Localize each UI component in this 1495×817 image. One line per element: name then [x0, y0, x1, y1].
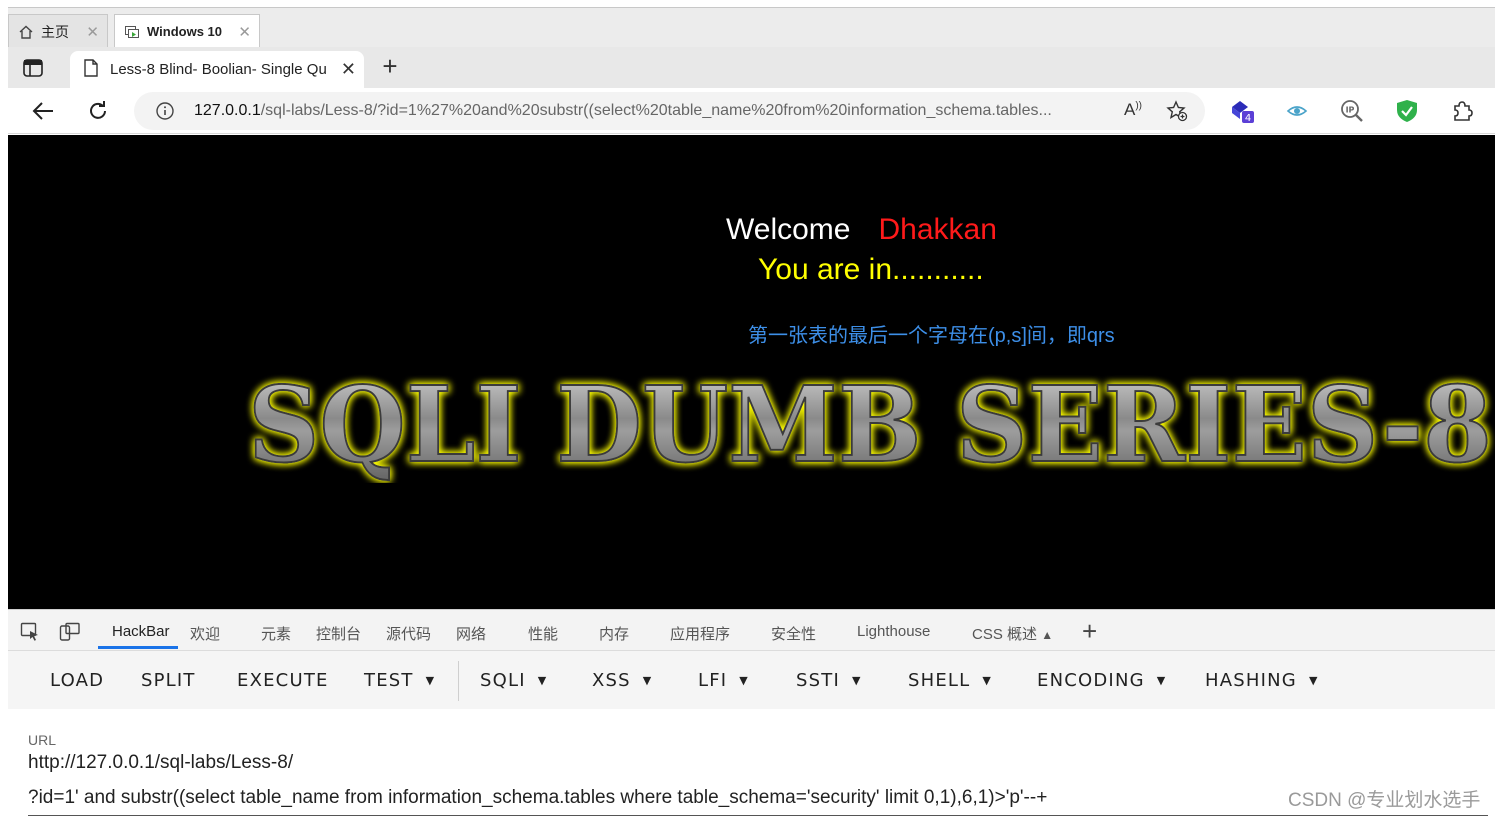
read-aloud-icon[interactable]: A)) — [1124, 100, 1142, 120]
hashing-label: HASHING — [1205, 670, 1297, 691]
tab-console[interactable]: 控制台 — [316, 623, 361, 644]
caret-down-icon: ▼ — [851, 674, 862, 687]
puzzle-extensions-icon[interactable] — [1448, 97, 1476, 125]
more-tools-button[interactable]: + — [1082, 616, 1097, 647]
browser-tab-active[interactable]: Less-8 Blind- Boolian- Single Quotes- St… — [70, 51, 364, 88]
url-field-line-1[interactable]: http://127.0.0.1/sql-labs/Less-8/ — [28, 752, 293, 774]
close-icon[interactable]: ✕ — [86, 23, 99, 41]
lfi-label: LFI — [698, 670, 728, 691]
page-icon — [84, 58, 98, 81]
device-emulation-icon[interactable] — [59, 621, 81, 643]
flask-icon: ▲ — [1041, 628, 1054, 642]
vm-tab-home-label: 主页 — [41, 23, 69, 40]
vm-tab-strip: 主页 ✕ Windows 10 ✕ — [8, 7, 1495, 48]
ssti-label: SSTI — [796, 670, 840, 691]
tab-security[interactable]: 安全性 — [771, 623, 816, 644]
shield-extension-icon[interactable] — [1393, 97, 1421, 125]
tab-welcome[interactable]: 欢迎 — [190, 623, 220, 644]
tab-performance[interactable]: 性能 — [528, 623, 558, 644]
welcome-text: Welcome Dhakkan — [726, 213, 997, 247]
shell-dropdown[interactable]: SHELL ▼ — [908, 670, 992, 691]
caret-down-icon: ▼ — [1308, 674, 1319, 687]
series-banner: SQLI DUMB SERIES-8 — [247, 363, 1493, 483]
address-bar[interactable]: 127.0.0.1/sql-labs/Less-8/?id=1%27%20and… — [134, 92, 1205, 130]
banner-text: SQLI DUMB SERIES-8 — [248, 363, 1492, 483]
xss-label: XSS — [592, 670, 631, 691]
extension-badge: 4 — [1245, 113, 1251, 124]
encoding-dropdown[interactable]: ENCODING ▼ — [1037, 670, 1166, 691]
tab-lighthouse[interactable]: Lighthouse — [857, 623, 930, 640]
vm-tab-home[interactable]: 主页 ✕ — [8, 14, 108, 48]
caret-down-icon: ▼ — [982, 674, 993, 687]
annotation-note: 第一张表的最后一个字母在(p,s]间，即qrs — [748, 325, 1115, 347]
svg-text:IP: IP — [1346, 106, 1355, 115]
hackbar-toolbar: LOAD SPLIT EXECUTE TEST ▼ SQLI ▼ XSS ▼ LFI ▼… — [8, 651, 1495, 709]
url-field-line-2[interactable]: ?id=1' and substr((select table_name fro… — [28, 787, 1047, 809]
caret-down-icon: ▼ — [642, 674, 653, 687]
inspect-element-icon[interactable] — [19, 621, 41, 643]
new-tab-button[interactable]: + — [376, 53, 404, 81]
tab-sources[interactable]: 源代码 — [386, 623, 431, 644]
extension-purple-icon[interactable]: 4 — [1228, 97, 1256, 125]
tab-application[interactable]: 应用程序 — [670, 623, 730, 644]
shell-label: SHELL — [908, 670, 971, 691]
hashing-dropdown[interactable]: HASHING ▼ — [1205, 670, 1319, 691]
refresh-button[interactable] — [85, 98, 111, 124]
info-icon[interactable] — [156, 102, 174, 120]
caret-down-icon: ▼ — [1156, 674, 1167, 687]
devtools-tab-bar: HackBar 欢迎 元素 控制台 源代码 网络 性能 内存 应用程序 安全性 … — [8, 609, 1495, 651]
back-button[interactable] — [30, 98, 56, 124]
user-name: Dhakkan — [878, 213, 997, 246]
tab-hackbar[interactable]: HackBar — [112, 623, 170, 640]
home-icon — [17, 23, 35, 41]
close-tab-icon[interactable]: ✕ — [341, 59, 356, 80]
active-tab-indicator — [98, 646, 178, 649]
browser-tab-title: Less-8 Blind- Boolian- Single Quotes- St… — [110, 61, 326, 78]
load-button[interactable]: LOAD — [50, 670, 104, 691]
sqli-label: SQLI — [480, 670, 526, 691]
toolbar-divider — [458, 661, 459, 701]
ssti-dropdown[interactable]: SSTI ▼ — [796, 670, 862, 691]
tab-css-overview[interactable]: CSS 概述 ▲ — [972, 623, 1053, 644]
tab-memory[interactable]: 内存 — [599, 623, 629, 644]
encoding-label: ENCODING — [1037, 670, 1145, 691]
browser-tab-strip: Less-8 Blind- Boolian- Single Quotes- St… — [8, 47, 1495, 88]
lfi-dropdown[interactable]: LFI ▼ — [698, 670, 749, 691]
page-viewport: Welcome Dhakkan You are in........... 第一张… — [8, 135, 1495, 609]
welcome-label: Welcome — [726, 213, 851, 246]
vm-tab-windows10-label: Windows 10 — [147, 24, 223, 39]
login-status: You are in........... — [758, 253, 984, 286]
caret-down-icon: ▼ — [425, 674, 436, 687]
hackbar-url-panel: URL http://127.0.0.1/sql-labs/Less-8/ ?i… — [8, 709, 1495, 817]
split-button[interactable]: SPLIT — [141, 670, 196, 691]
sqli-dropdown[interactable]: SQLI ▼ — [480, 670, 547, 691]
vm-icon — [123, 23, 141, 41]
execute-button[interactable]: EXECUTE — [237, 670, 329, 691]
ip-extension-icon[interactable]: IP — [1338, 97, 1366, 125]
tab-network[interactable]: 网络 — [456, 623, 486, 644]
test-dropdown[interactable]: TEST ▼ — [364, 670, 435, 691]
vm-tab-windows10[interactable]: Windows 10 ✕ — [114, 14, 260, 48]
url-host: 127.0.0.1 — [194, 102, 261, 119]
add-favorite-icon[interactable] — [1166, 100, 1188, 122]
xss-dropdown[interactable]: XSS ▼ — [592, 670, 652, 691]
url-field-underline — [28, 815, 1488, 816]
tab-css-overview-label: CSS 概述 — [972, 626, 1038, 643]
test-label: TEST — [364, 670, 414, 691]
navigation-bar: 127.0.0.1/sql-labs/Less-8/?id=1%27%20and… — [8, 88, 1495, 134]
url-field-label: URL — [28, 732, 57, 748]
address-url[interactable]: 127.0.0.1/sql-labs/Less-8/?id=1%27%20and… — [194, 102, 1114, 120]
url-path: /sql-labs/Less-8/?id=1%27%20and%20substr… — [260, 102, 1052, 119]
tab-actions-icon[interactable] — [20, 56, 46, 80]
caret-down-icon: ▼ — [537, 674, 548, 687]
caret-down-icon: ▼ — [739, 674, 749, 687]
csdn-watermark: CSDN @专业划水选手 — [1288, 790, 1481, 811]
tab-elements[interactable]: 元素 — [261, 623, 291, 644]
close-icon[interactable]: ✕ — [238, 23, 251, 41]
eye-extension-icon[interactable] — [1283, 97, 1311, 125]
